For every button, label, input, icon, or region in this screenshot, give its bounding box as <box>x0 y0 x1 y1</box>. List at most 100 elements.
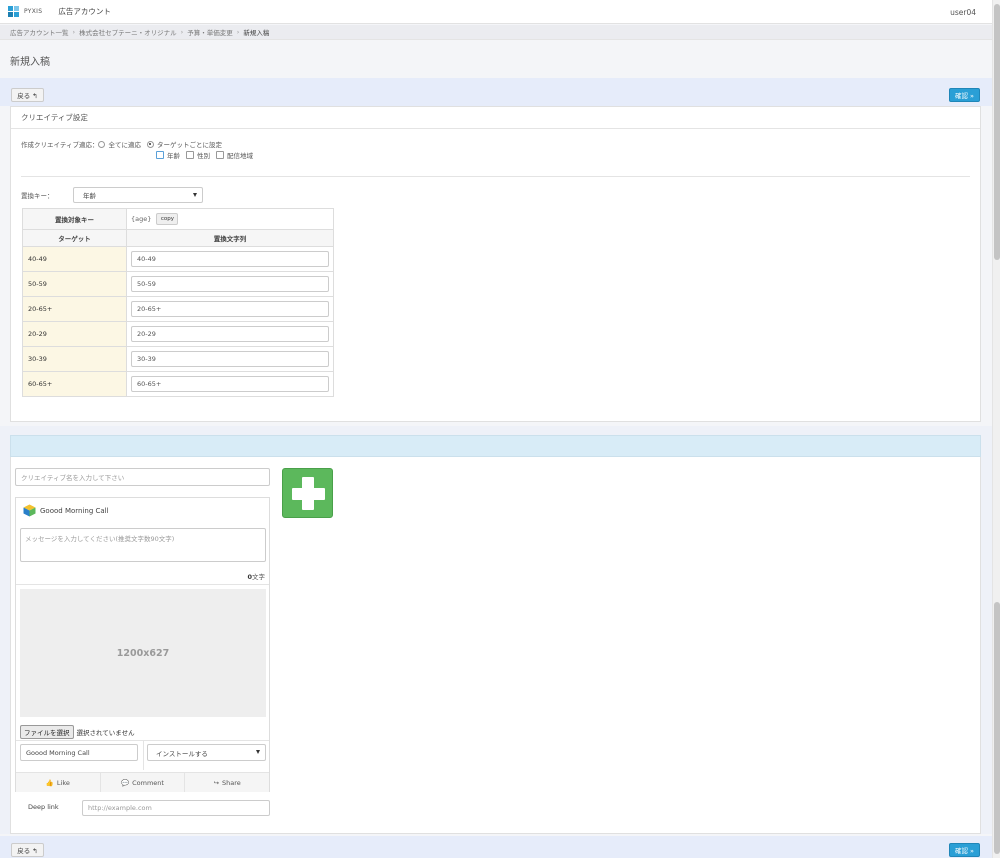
replacement-input[interactable]: 50-59 <box>131 276 329 292</box>
breadcrumb: 広告アカウント一覧 › 株式会社セプテーニ・オリジナル › 予算・単価変更 › … <box>0 25 992 40</box>
copy-button[interactable]: copy <box>156 213 179 225</box>
breadcrumb-item-accounts[interactable]: 広告アカウント一覧 <box>10 27 69 37</box>
table-row: 60-65+ 60-65+ <box>22 371 334 397</box>
scroll-thumb[interactable] <box>994 4 1000 260</box>
file-upload-row: ファイルを選択 選択されていません <box>20 725 135 739</box>
app-cube-icon <box>23 504 36 517</box>
radio-apply-per-target[interactable]: ターゲットごとに設定 <box>146 139 222 149</box>
target-cell: 30-39 <box>22 346 127 372</box>
radio-per-target-label: ターゲットごとに設定 <box>156 141 222 149</box>
chevron-right-icon: › <box>180 28 184 36</box>
checkbox-age[interactable]: 年齢 <box>156 150 180 160</box>
user-menu[interactable]: user04 <box>950 8 976 17</box>
panel-title: クリエイティブ設定 <box>11 107 980 129</box>
action-band-bottom <box>0 836 992 858</box>
back-button-top[interactable]: 戻る ↰ <box>11 88 44 102</box>
replacement-table: 置換対象キー {age} copy ターゲット 置換文字列 40-49 40-4… <box>22 208 334 397</box>
page-title: 新規入稿 <box>10 57 50 68</box>
col-header-target: ターゲット <box>22 229 127 247</box>
app-name: Goood Morning Call <box>40 506 109 515</box>
replacement-cell: 40-49 <box>126 246 334 272</box>
creative-name-input[interactable]: クリエイティブ名を入力して下さい <box>15 468 270 486</box>
creative-panel-header <box>10 435 981 457</box>
comment-label: Comment <box>132 778 164 787</box>
checkbox-age-label: 年齢 <box>167 152 180 160</box>
checkbox-gender[interactable]: 性別 <box>186 150 210 160</box>
radio-apply-all[interactable]: 全てに適応 <box>98 139 141 149</box>
deep-link-label: Deep link <box>28 803 59 811</box>
headline-input[interactable]: Goood Morning Call <box>20 744 138 761</box>
replace-key-value: 年齢 <box>83 192 96 200</box>
nav-ad-accounts[interactable]: 広告アカウント <box>58 6 111 17</box>
key-row: 置換対象キー {age} copy <box>22 208 334 230</box>
apply-mode-label: 作成クリエイティブ適応： <box>21 141 99 149</box>
target-cell: 20-65+ <box>22 296 127 322</box>
scroll-thumb[interactable] <box>994 602 1000 854</box>
caret-down-icon <box>256 750 260 754</box>
breadcrumb-item-budget[interactable]: 予算・単価変更 <box>187 27 233 37</box>
divider <box>21 176 970 177</box>
checkbox-icon[interactable] <box>156 151 164 159</box>
logo[interactable]: PYXIS <box>8 6 42 17</box>
message-textarea[interactable]: メッセージを入力してください(推奨文字数90文字) <box>20 528 266 562</box>
like-action[interactable]: 👍 Like <box>16 773 101 792</box>
key-value: {age} <box>131 215 152 223</box>
chevron-right-icon: › <box>236 28 240 36</box>
replace-key-label: 置換キー： <box>21 192 54 200</box>
cta-select[interactable]: インストールする <box>147 744 266 761</box>
cta-value: インストールする <box>156 749 208 758</box>
comment-action[interactable]: 💬 Comment <box>101 773 186 792</box>
logo-text: PYXIS <box>24 8 43 15</box>
checkbox-icon[interactable] <box>216 151 224 159</box>
target-cell: 20-29 <box>22 321 127 347</box>
target-cell: 60-65+ <box>22 371 127 397</box>
table-row: 40-49 40-49 <box>22 246 334 272</box>
replacement-cell: 60-65+ <box>126 371 334 397</box>
replacement-input[interactable]: 30-39 <box>131 351 329 367</box>
radio-icon[interactable] <box>98 140 106 148</box>
confirm-button-bottom[interactable]: 確認 » <box>949 843 980 857</box>
pyxis-logo-icon <box>8 6 19 17</box>
share-action[interactable]: ↪ Share <box>185 773 269 792</box>
page-scrollbar[interactable] <box>992 0 1000 858</box>
replacement-cell: 30-39 <box>126 346 334 372</box>
thumbs-up-icon: 👍 <box>45 778 54 787</box>
table-row: 20-29 20-29 <box>22 321 334 347</box>
ad-preview-card: Goood Morning Call メッセージを入力してください(推奨文字数9… <box>15 497 270 792</box>
comment-icon: 💬 <box>121 778 130 787</box>
radio-selected-icon[interactable] <box>146 140 154 148</box>
deep-link-input[interactable]: http://example.com <box>82 800 270 816</box>
radio-apply-all-label: 全てに適応 <box>108 141 141 149</box>
file-select-button[interactable]: ファイルを選択 <box>20 725 74 739</box>
breadcrumb-item-company[interactable]: 株式会社セプテーニ・オリジナル <box>79 27 177 37</box>
key-cell: {age} copy <box>126 208 334 230</box>
replace-key-row: 置換キー： 年齢 <box>21 187 203 203</box>
image-placeholder: 1200x627 <box>20 589 266 717</box>
replacement-input[interactable]: 40-49 <box>131 251 329 267</box>
char-counter: 0文字 <box>247 571 265 581</box>
replacement-input[interactable]: 20-29 <box>131 326 329 342</box>
chevron-right-icon: › <box>72 28 76 36</box>
social-actions: 👍 Like 💬 Comment ↪ Share <box>16 772 269 792</box>
replace-key-select[interactable]: 年齢 <box>73 187 203 203</box>
replacement-input[interactable]: 60-65+ <box>131 376 329 392</box>
share-icon: ↪ <box>213 778 220 787</box>
divider <box>143 740 144 770</box>
checkbox-region-label: 配信地域 <box>227 152 253 160</box>
replacement-cell: 20-65+ <box>126 296 334 322</box>
add-creative-plus-icon[interactable] <box>282 468 333 518</box>
caret-down-icon <box>193 193 197 197</box>
replacement-cell: 50-59 <box>126 271 334 297</box>
confirm-button-top[interactable]: 確認 » <box>949 88 980 102</box>
top-navbar: PYXIS 広告アカウント user04 <box>0 0 992 24</box>
apply-mode-group: 作成クリエイティブ適応： 全てに適応 ターゲットごとに設定 <box>21 139 228 149</box>
checkbox-region[interactable]: 配信地域 <box>216 150 253 160</box>
back-button-bottom[interactable]: 戻る ↰ <box>11 843 44 857</box>
col-header-replacement: 置換文字列 <box>126 229 334 247</box>
table-row: 20-65+ 20-65+ <box>22 296 334 322</box>
replacement-input[interactable]: 20-65+ <box>131 301 329 317</box>
checkbox-icon[interactable] <box>186 151 194 159</box>
divider <box>16 584 269 585</box>
action-band-top <box>0 78 992 106</box>
table-row: 50-59 50-59 <box>22 271 334 297</box>
